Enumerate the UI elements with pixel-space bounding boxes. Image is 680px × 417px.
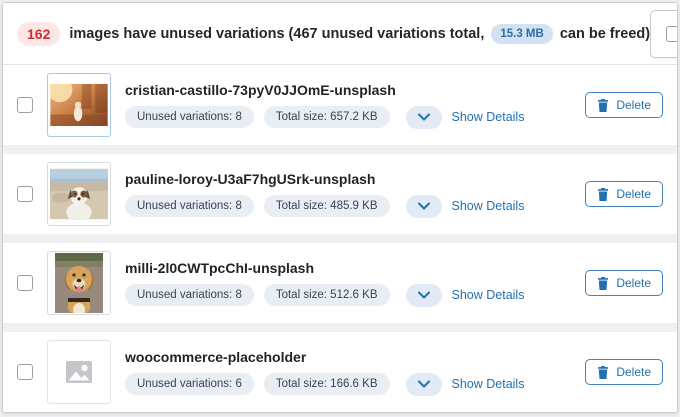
summary-header: 162 images have unused variations (467 u… (3, 3, 677, 65)
thumbnail (47, 162, 111, 226)
summary-message: images have unused variations (467 unuse… (69, 24, 650, 44)
image-row: pauline-loroy-U3aF7hgUSrk-unsplash Unuse… (3, 154, 677, 234)
total-size-pill: Total size: 166.6 KB (264, 373, 390, 395)
row-checkbox[interactable] (17, 364, 33, 380)
row-checkbox[interactable] (17, 275, 33, 291)
row-checkbox[interactable] (17, 186, 33, 202)
trash-icon (597, 188, 609, 201)
show-details-link[interactable]: Show Details (452, 199, 525, 213)
row-content: milli-2l0CWTpcChI-unsplash Unused variat… (125, 260, 524, 307)
unused-variations-pill: Unused variations: 8 (125, 195, 254, 217)
thumbnail (47, 73, 111, 137)
delete-label: Delete (616, 98, 651, 112)
unused-variations-pill: Unused variations: 8 (125, 284, 254, 306)
smiling-dog-photo (54, 253, 104, 313)
show-details-link[interactable]: Show Details (452, 288, 525, 302)
image-row: cristian-castillo-73pyV0JJOmE-unsplash U… (3, 65, 677, 145)
unused-variations-pill: Unused variations: 6 (125, 373, 254, 395)
thumbnail (47, 251, 111, 315)
chevron-down-icon (418, 291, 430, 299)
image-count-badge: 162 (17, 22, 60, 46)
row-separator (3, 323, 677, 332)
chevron-down-icon (418, 113, 430, 121)
show-details-toggle[interactable] (406, 284, 442, 307)
delete-label: Delete (616, 187, 651, 201)
show-details-toggle[interactable] (406, 373, 442, 396)
show-details-toggle[interactable] (406, 195, 442, 218)
image-title: pauline-loroy-U3aF7hgUSrk-unsplash (125, 171, 524, 187)
row-checkbox[interactable] (17, 97, 33, 113)
trash-icon (597, 277, 609, 290)
delete-label: Delete (616, 365, 651, 379)
trash-icon (597, 99, 609, 112)
row-content: cristian-castillo-73pyV0JJOmE-unsplash U… (125, 82, 524, 129)
image-placeholder-icon (66, 361, 92, 383)
total-size-pill: Total size: 512.6 KB (264, 284, 390, 306)
row-content: woocommerce-placeholder Unused variation… (125, 349, 524, 396)
total-size-pill: Total size: 657.2 KB (264, 106, 390, 128)
select-all-checkbox[interactable] (666, 26, 678, 42)
image-title: cristian-castillo-73pyV0JJOmE-unsplash (125, 82, 524, 98)
unused-variations-pill: Unused variations: 8 (125, 106, 254, 128)
meta-row: Unused variations: 8 Total size: 485.9 K… (125, 195, 524, 218)
row-content: pauline-loroy-U3aF7hgUSrk-unsplash Unuse… (125, 171, 524, 218)
summary-text-before: images have unused variations (467 unuse… (69, 26, 484, 42)
meta-row: Unused variations: 8 Total size: 512.6 K… (125, 284, 524, 307)
image-row: milli-2l0CWTpcChI-unsplash Unused variat… (3, 243, 677, 323)
row-separator (3, 145, 677, 154)
image-title: woocommerce-placeholder (125, 349, 524, 365)
total-size-pill: Total size: 485.9 KB (264, 195, 390, 217)
delete-button[interactable]: Delete (585, 92, 663, 118)
thumbnail (47, 340, 111, 404)
trash-icon (597, 366, 609, 379)
dog-in-warm-sunlight-photo (50, 84, 108, 126)
dog-on-beach-photo (50, 168, 108, 220)
chevron-down-icon (418, 202, 430, 210)
delete-label: Delete (616, 276, 651, 290)
show-details-link[interactable]: Show Details (452, 110, 525, 124)
summary-text-after: can be freed) (560, 26, 650, 42)
freeable-size-badge: 15.3 MB (491, 24, 552, 44)
unused-variations-panel: 162 images have unused variations (467 u… (2, 2, 678, 413)
delete-button[interactable]: Delete (585, 181, 663, 207)
delete-button[interactable]: Delete (585, 270, 663, 296)
show-details-toggle[interactable] (406, 106, 442, 129)
delete-button[interactable]: Delete (585, 359, 663, 385)
image-title: milli-2l0CWTpcChI-unsplash (125, 260, 524, 276)
meta-row: Unused variations: 6 Total size: 166.6 K… (125, 373, 524, 396)
show-details-link[interactable]: Show Details (452, 377, 525, 391)
row-separator (3, 234, 677, 243)
image-row: woocommerce-placeholder Unused variation… (3, 332, 677, 412)
meta-row: Unused variations: 8 Total size: 657.2 K… (125, 106, 524, 129)
chevron-down-icon (418, 380, 430, 388)
select-all-button[interactable]: Select All (650, 10, 678, 58)
